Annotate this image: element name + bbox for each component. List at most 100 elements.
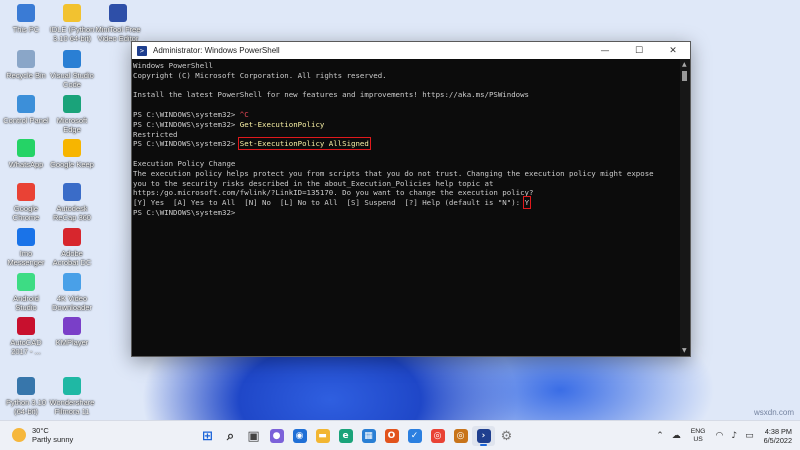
desktop-icon[interactable]: Microsoft Edge: [46, 93, 98, 143]
desktop-icon-label: KMPlayer: [55, 338, 89, 347]
desktop-icon-label: Microsoft Edge: [56, 116, 88, 134]
console-command: ^C: [239, 109, 249, 119]
edge-icon: e: [338, 429, 353, 443]
settings-icon: ⚙: [500, 428, 513, 444]
console-line: The execution policy helps protect you f…: [133, 169, 680, 179]
lang-region: US: [693, 436, 703, 443]
console-prompt: PS C:\WINDOWS\system32>: [133, 109, 240, 119]
scroll-down-arrow-icon[interactable]: ▼: [682, 347, 687, 354]
windows-start-icon: ⊞: [202, 428, 213, 444]
console-text: The execution policy helps protect you f…: [133, 168, 654, 178]
android-studio-icon: [17, 273, 35, 291]
language-indicator[interactable]: ENG US: [691, 428, 706, 444]
clock-date: 6/5/2022: [763, 436, 792, 445]
desktop-icon[interactable]: KMPlayer: [46, 315, 98, 365]
console-text: Copyright (C) Microsoft Corporation. All…: [133, 70, 387, 80]
cloud-icon[interactable]: ☁: [672, 431, 681, 441]
weather-widget[interactable]: 30°C Partly sunny: [12, 426, 73, 444]
console-line: PS C:\WINDOWS\system32>: [133, 208, 680, 218]
console-line: Copyright (C) Microsoft Corporation. All…: [133, 71, 680, 81]
control-panel-icon: [17, 95, 35, 113]
taskbar-button[interactable]: ▬: [311, 426, 334, 446]
4k-downloader-icon: [63, 273, 81, 291]
chrome-icon: ◎: [430, 429, 445, 443]
desktop-icon[interactable]: Wondershare Filmora 11: [46, 375, 98, 425]
console-line: Install the latest PowerShell for new fe…: [133, 90, 680, 100]
edge-icon: [63, 95, 81, 113]
close-button[interactable]: ✕: [656, 42, 690, 59]
console-line: PS C:\WINDOWS\system32> ^C: [133, 110, 680, 120]
minimize-button[interactable]: —: [588, 42, 622, 59]
console-text: [Y] Yes [A] Yes to All [N] No [L] No to …: [133, 198, 525, 208]
console-text: https:/go.microsoft.com/fwlink/?LinkID=1…: [133, 188, 534, 198]
chrome-icon: [17, 183, 35, 201]
taskbar-button[interactable]: ◎: [426, 426, 449, 446]
task-view-icon: ▣: [247, 428, 260, 444]
taskbar-button[interactable]: e: [334, 426, 357, 446]
console-line: [Y] Yes [A] Yes to All [N] No [L] No to …: [133, 196, 680, 210]
acrobat-icon: [63, 228, 81, 246]
console-line: PS C:\WINDOWS\system32> Set-ExecutionPol…: [133, 137, 680, 151]
weather-desc: Partly sunny: [32, 435, 74, 444]
whatsapp-icon: [17, 139, 35, 157]
title-bar[interactable]: > Administrator: Windows PowerShell — ☐ …: [132, 42, 690, 59]
taskbar-apps: ⊞ ⌕ ▣ ● ◉ ▬ e ▦ O ✓ ◎ ◎ › ⚙: [196, 426, 518, 446]
desktop-icon[interactable]: Autodesk ReCap 360: [46, 181, 98, 231]
recap-icon: [63, 183, 81, 201]
clock-time: 4:38 PM: [764, 427, 792, 436]
desktop-icon[interactable]: 4K Video Downloader: [46, 271, 98, 321]
taskbar-button[interactable]: ✓: [403, 426, 426, 446]
powershell-icon: ›: [476, 429, 491, 443]
battery-icon[interactable]: ▭: [745, 431, 754, 441]
wifi-icon[interactable]: ◠: [715, 431, 723, 441]
desktop-icon-label: Wondershare Filmora 11: [49, 398, 95, 416]
desktop-icon-label: 4K Video Downloader: [51, 294, 93, 312]
taskbar-button[interactable]: ⌕: [219, 426, 242, 446]
google-keep-icon: [63, 139, 81, 157]
desktop-icon-label: Adobe Acrobat DC: [52, 249, 92, 267]
clock[interactable]: 4:38 PM 6/5/2022: [764, 427, 792, 445]
taskbar-button[interactable]: O: [380, 426, 403, 446]
console-text: you to the security risks described in t…: [133, 178, 494, 188]
console-prompt: PS C:\WINDOWS\system32>: [133, 119, 240, 129]
desktop-icon[interactable]: Visual Studio Code: [46, 48, 98, 98]
taskbar-button[interactable]: ▦: [357, 426, 380, 446]
chevron-up-icon[interactable]: ⌃: [656, 431, 664, 441]
desktop-icon[interactable]: Adobe Acrobat DC: [46, 226, 98, 276]
taskbar-button[interactable]: ⊞: [196, 426, 219, 446]
taskbar-button[interactable]: ▣: [242, 426, 265, 446]
desktop-icon[interactable]: Google Keep: [46, 137, 98, 187]
minitool-icon: [109, 4, 127, 22]
file-explorer-icon: ▬: [315, 429, 330, 443]
console-answer: Y: [522, 196, 532, 210]
console-text: Install the latest PowerShell for new fe…: [133, 90, 530, 100]
maximize-button[interactable]: ☐: [622, 42, 656, 59]
taskbar-button[interactable]: ●: [265, 426, 288, 446]
camera-icon: ◉: [292, 429, 307, 443]
console-command: Get-ExecutionPolicy: [239, 119, 325, 129]
volume-icon[interactable]: ♪: [731, 431, 737, 441]
lang-code: ENG: [690, 428, 706, 435]
taskbar-button[interactable]: ◎: [449, 426, 472, 446]
console-output[interactable]: Windows PowerShell Copyright (C) Microsof…: [132, 59, 680, 356]
desktop-icon-label: Visual Studio Code: [50, 71, 94, 89]
powershell-window[interactable]: > Administrator: Windows PowerShell — ☐ …: [131, 41, 691, 357]
taskbar-button[interactable]: ›: [472, 426, 495, 446]
computer-icon: [17, 4, 35, 22]
taskbar-button[interactable]: ◉: [288, 426, 311, 446]
console-line: PS C:\WINDOWS\system32> Get-ExecutionPol…: [133, 120, 680, 130]
python-3-10-icon: [17, 377, 35, 395]
desktop-icon-area: This PC IDLE (Python 3.10 64-bit) MiniTool…: [0, 0, 141, 420]
taskbar-button[interactable]: ⚙: [495, 426, 518, 446]
vertical-scrollbar[interactable]: ▲ ▼: [680, 59, 690, 356]
recycle-bin-icon: [17, 50, 35, 68]
desktop-icon-label: Autodesk ReCap 360: [53, 204, 91, 222]
scroll-up-arrow-icon[interactable]: ▲: [682, 61, 687, 68]
powershell-icon: >: [137, 45, 147, 56]
chat-icon: ●: [269, 429, 284, 443]
console-text: Windows PowerShell: [133, 61, 214, 70]
imo-icon: [17, 228, 35, 246]
scroll-thumb[interactable]: [682, 71, 687, 81]
